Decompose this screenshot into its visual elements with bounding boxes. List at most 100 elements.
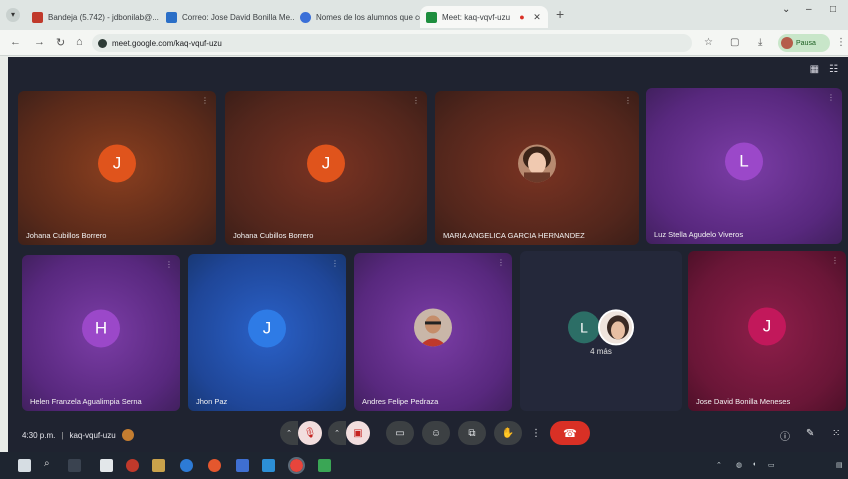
info-icon[interactable]: ⓘ	[780, 428, 790, 443]
network-icon[interactable]: ◍	[736, 461, 742, 469]
avatar: J	[748, 307, 786, 346]
task-view-icon[interactable]	[68, 459, 81, 472]
people-grid-icon[interactable]: ☷	[829, 64, 838, 75]
more-options-icon[interactable]: ⋮	[201, 96, 209, 105]
camera-off-button[interactable]: ▣	[346, 421, 370, 445]
more-options-icon[interactable]: ⋮	[624, 96, 632, 105]
os-taskbar: ⌕ ⌃ ◍ ◖ ▭ ▤	[0, 452, 848, 479]
edge-icon[interactable]	[180, 459, 193, 472]
participant-tile[interactable]: ⋮ H Helen Franzela Agualimpia Serna	[22, 255, 180, 411]
volume-icon[interactable]: ◖	[752, 461, 756, 468]
notification-icon[interactable]: ▤	[836, 461, 843, 469]
present-screen-icon: ⧉	[468, 427, 476, 439]
avatar: J	[98, 144, 136, 183]
close-tab-icon[interactable]: ✕	[532, 12, 542, 23]
tray-chevron-icon[interactable]: ⌃	[716, 461, 722, 469]
reload-icon[interactable]: ↻	[56, 36, 65, 49]
mail-icon[interactable]	[262, 459, 275, 472]
more-options-icon[interactable]: ⋮	[412, 96, 420, 105]
raise-hand-button[interactable]: ✋	[494, 421, 522, 445]
participant-name: Andres Felipe Pedraza	[362, 397, 439, 406]
file-explorer-icon[interactable]	[100, 459, 113, 472]
new-tab-icon[interactable]: +	[556, 6, 564, 22]
extensions-icon[interactable]: ▢	[730, 37, 739, 48]
browser-tab[interactable]: Bandeja (5.742) - jdbonilab@... ✕	[26, 6, 181, 28]
activities-icon[interactable]: ⁙	[832, 428, 840, 439]
battery-icon[interactable]: ▭	[768, 461, 775, 469]
browser-tab-strip: ▾ Bandeja (5.742) - jdbonilab@... ✕ Corr…	[0, 0, 848, 30]
meeting-code: kaq-vquf-uzu	[69, 430, 116, 440]
forward-arrow-icon[interactable]: →	[34, 36, 45, 48]
participant-tile[interactable]: ⋮ J Johana Cubillos Borrero	[18, 91, 216, 245]
mail-favicon-icon	[166, 11, 177, 23]
leave-call-button[interactable]: ☎	[550, 421, 590, 445]
more-vert-icon[interactable]: ⋮	[836, 37, 846, 48]
participant-tile[interactable]: ⋮ MARIA ANGELICA GARCIA HERNANDEZ	[435, 91, 639, 245]
audio-options-chevron-icon[interactable]: ⌃	[280, 421, 298, 445]
chrome-icon[interactable]	[208, 459, 221, 472]
more-options-icon[interactable]: ⋮	[165, 260, 173, 269]
chevron-down-icon[interactable]: ⌄	[782, 4, 790, 15]
more-participants-tile[interactable]: L 4 más	[520, 251, 682, 411]
participant-tile[interactable]: ⋮ J Johana Cubillos Borrero	[225, 91, 427, 245]
clock-text: 4:30 p.m.	[22, 430, 56, 440]
more-options-icon[interactable]: ⋮	[331, 259, 339, 268]
avatar: J	[307, 144, 345, 183]
woman-portrait-icon	[600, 311, 632, 344]
meet-control-bar: 4:30 p.m. | kaq-vquf-uzu ⌃ 🎙 ⌃ ▣ ▭ ☺ ⧉ ✋…	[8, 416, 848, 450]
folder-icon[interactable]	[152, 459, 165, 472]
more-options-icon[interactable]: ⋮	[827, 93, 835, 102]
present-button[interactable]: ⧉	[458, 421, 486, 445]
layout-icon[interactable]: ▦	[810, 64, 819, 75]
profile-label: Pausa	[796, 39, 816, 47]
tab-title: Meet: kaq-vqvf-uzu	[442, 12, 511, 22]
camera-off-icon: ▣	[353, 427, 363, 439]
man-portrait-icon	[414, 308, 452, 347]
minimize-icon[interactable]: –	[806, 4, 812, 15]
raised-hand-icon	[121, 429, 134, 441]
opera-icon[interactable]	[126, 459, 139, 472]
end-call-icon: ☎	[563, 427, 577, 440]
meet-stage: ▦ ☷ ⋮ J Johana Cubillos Borrero ⋮ J Joha…	[8, 57, 848, 452]
download-icon[interactable]: ⤓	[758, 37, 762, 48]
participant-name: Jhon Paz	[196, 397, 228, 406]
participant-name: Jose David Bonilla Meneses	[696, 397, 791, 406]
participant-tile[interactable]: ⋮ J Jose David Bonilla Meneses	[688, 251, 846, 411]
google-favicon-icon	[300, 11, 311, 23]
excel-icon[interactable]	[318, 459, 331, 472]
browser-tab[interactable]: Correo: Jose David Bonilla Me... ✕	[160, 6, 315, 28]
more-count-label: 4 más	[590, 347, 612, 356]
back-arrow-icon[interactable]: ←	[10, 36, 21, 48]
participant-name: Helen Franzela Agualimpia Serna	[30, 397, 142, 406]
maximize-icon[interactable]: □	[830, 4, 836, 15]
participant-tile[interactable]: ⋮ L Luz Stella Agudelo Viveros	[646, 88, 842, 244]
browser-tab-active[interactable]: Meet: kaq-vqvf-uzu ● ✕	[420, 6, 548, 28]
bookmark-star-icon[interactable]: ☆	[704, 37, 713, 48]
participant-name: Johana Cubillos Borrero	[26, 231, 107, 240]
participant-tile[interactable]: ⋮ Andres Felipe Pedraza	[354, 253, 512, 411]
video-options-chevron-icon[interactable]: ⌃	[328, 421, 346, 445]
captions-button[interactable]: ▭	[386, 421, 414, 445]
emoji-button[interactable]: ☺	[422, 421, 450, 445]
avatar: L	[725, 142, 763, 181]
chrome-active-icon[interactable]	[288, 457, 305, 474]
microphone-off-button[interactable]: 🎙	[298, 421, 322, 445]
url-text: meet.google.com/kaq-vquf-uzu	[112, 38, 222, 48]
tab-search-icon[interactable]: ▾	[6, 8, 20, 22]
profile-button[interactable]: Pausa	[778, 34, 830, 52]
participant-tile[interactable]: ⋮ J Jhon Paz	[188, 254, 346, 411]
more-options-icon[interactable]: ⋮	[831, 256, 839, 265]
more-options-button[interactable]: ⋮	[526, 421, 546, 445]
gmail-favicon-icon	[32, 11, 43, 23]
windows-start-icon[interactable]	[18, 459, 31, 472]
more-options-icon[interactable]: ⋮	[497, 258, 505, 267]
home-icon[interactable]: ⌂	[76, 36, 83, 48]
mic-off-icon: 🎙	[303, 427, 317, 439]
search-icon[interactable]: ⌕	[44, 458, 57, 471]
store-icon[interactable]	[236, 459, 249, 472]
url-bar[interactable]: meet.google.com/kaq-vquf-uzu	[92, 34, 692, 52]
site-info-icon[interactable]	[98, 38, 107, 48]
woman-portrait-icon	[518, 144, 556, 183]
tab-title: Correo: Jose David Bonilla Me...	[182, 12, 294, 22]
chat-icon[interactable]: ✎	[806, 428, 814, 439]
